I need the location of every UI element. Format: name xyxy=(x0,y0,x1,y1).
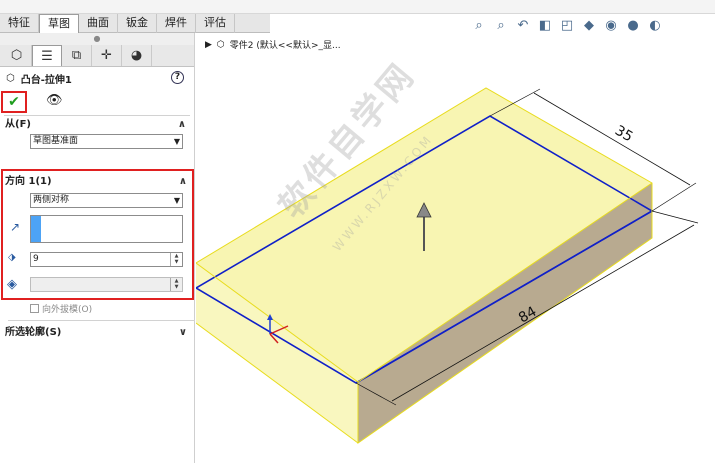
draft-spinner-icon[interactable]: ▲ ▼ xyxy=(170,278,182,291)
feature-title-row: ⬡ 凸台-拉伸1 ? xyxy=(0,67,194,89)
dimxpert-tab-icon[interactable]: ✛ xyxy=(92,45,122,66)
boss-extrude-icon: ⬡ xyxy=(6,72,15,84)
feature-title: 凸台-拉伸1 xyxy=(20,74,72,86)
from-select-value: 草图基准面 xyxy=(33,136,79,146)
draft-outward-label: 向外拔模(O) xyxy=(42,305,93,315)
command-toolbar xyxy=(0,0,715,14)
tab-1[interactable]: 草图 xyxy=(39,14,79,34)
preview-eye-icon[interactable]: 👁 xyxy=(46,93,63,108)
solidworks-window: 特征 草图 曲面 钣金 焊件 评估 ⌕ ⌕ ↶ ◧ ◰ ◆ ◉ ● ◐ ● ⬡ ☰ ⧉ ✛… xyxy=(0,0,715,463)
expand-chevron-icon[interactable]: ∨ xyxy=(179,324,187,342)
direction-group: 方向 1(1) ∧ xyxy=(0,173,195,191)
depth-icon: ⬗ xyxy=(8,252,16,263)
draft-outward-option[interactable]: 向外拔模(O) xyxy=(30,302,92,315)
tab-2[interactable]: 曲面 xyxy=(79,14,118,33)
part-icon: ⬡ xyxy=(216,39,225,50)
property-manager-tab-icon[interactable]: ☰ xyxy=(32,45,62,66)
part-name: 零件2 (默认<<默认>_显... xyxy=(229,41,341,51)
reverse-direction-icon[interactable]: ↗ xyxy=(10,220,20,234)
help-icon[interactable]: ? xyxy=(171,71,184,84)
expand-arrow-icon[interactable]: ▶ xyxy=(205,40,212,50)
tab-3[interactable]: 钣金 xyxy=(118,14,157,33)
draft-icon[interactable]: ◈ xyxy=(7,277,17,292)
direction-selection-box[interactable] xyxy=(30,215,183,243)
contours-group-header[interactable]: 所选轮廓(S) ∨ xyxy=(0,324,195,342)
end-condition-select[interactable]: 两侧对称 ▼ xyxy=(30,193,183,208)
from-select[interactable]: 草图基准面 ▼ xyxy=(30,134,183,149)
selection-active-indicator xyxy=(31,216,41,242)
collapse-chevron-icon[interactable]: ∧ xyxy=(179,173,187,191)
contours-label: 所选轮廓(S) xyxy=(5,327,62,338)
feature-manager-tab-icon[interactable]: ⬡ xyxy=(2,45,32,66)
tab-5[interactable]: 评估 xyxy=(196,14,235,33)
dropdown-arrow-icon: ▼ xyxy=(173,137,180,146)
manager-tabs: ⬡ ☰ ⧉ ✛ ◕ xyxy=(0,45,194,67)
dimension-35-label: 35 xyxy=(612,123,635,146)
depth-value: 9 xyxy=(33,254,39,264)
configuration-manager-tab-icon[interactable]: ⧉ xyxy=(62,45,92,66)
direction-label: 方向 1(1) xyxy=(5,176,52,187)
dropdown-arrow-icon: ▼ xyxy=(173,196,180,205)
from-group-header[interactable]: 从(F) ∧ xyxy=(0,116,194,134)
end-condition-value: 两侧对称 xyxy=(33,195,70,205)
dimension-ext-line xyxy=(651,182,697,212)
feature-tree-flyout[interactable]: ▶ ⬡ 零件2 (默认<<默认>_显... xyxy=(205,38,341,52)
collapse-chevron-icon[interactable]: ∧ xyxy=(178,116,186,134)
tab-0[interactable]: 特征 xyxy=(0,14,39,33)
draft-outward-checkbox[interactable] xyxy=(30,304,39,313)
graphics-viewport[interactable]: 35 84 xyxy=(196,33,715,463)
depth-input[interactable]: 9 ▲ ▼ xyxy=(30,252,183,267)
draft-angle-input[interactable]: ▲ ▼ xyxy=(30,277,183,292)
command-manager-tabs: 特征 草图 曲面 钣金 焊件 评估 xyxy=(0,14,270,34)
direction-group-header[interactable]: 方向 1(1) ∧ xyxy=(0,173,195,191)
depth-spinner-icon[interactable]: ▲ ▼ xyxy=(170,253,182,266)
divider xyxy=(8,320,195,321)
from-label: 从(F) xyxy=(5,119,31,130)
ok-button[interactable]: ✔ xyxy=(1,91,27,113)
action-row: ✔ 👁 xyxy=(0,89,194,115)
panel-grip[interactable]: ● xyxy=(0,33,194,45)
tab-4[interactable]: 焊件 xyxy=(157,14,196,33)
display-manager-tab-icon[interactable]: ◕ xyxy=(122,45,152,66)
dimension-ext-line xyxy=(651,210,699,224)
